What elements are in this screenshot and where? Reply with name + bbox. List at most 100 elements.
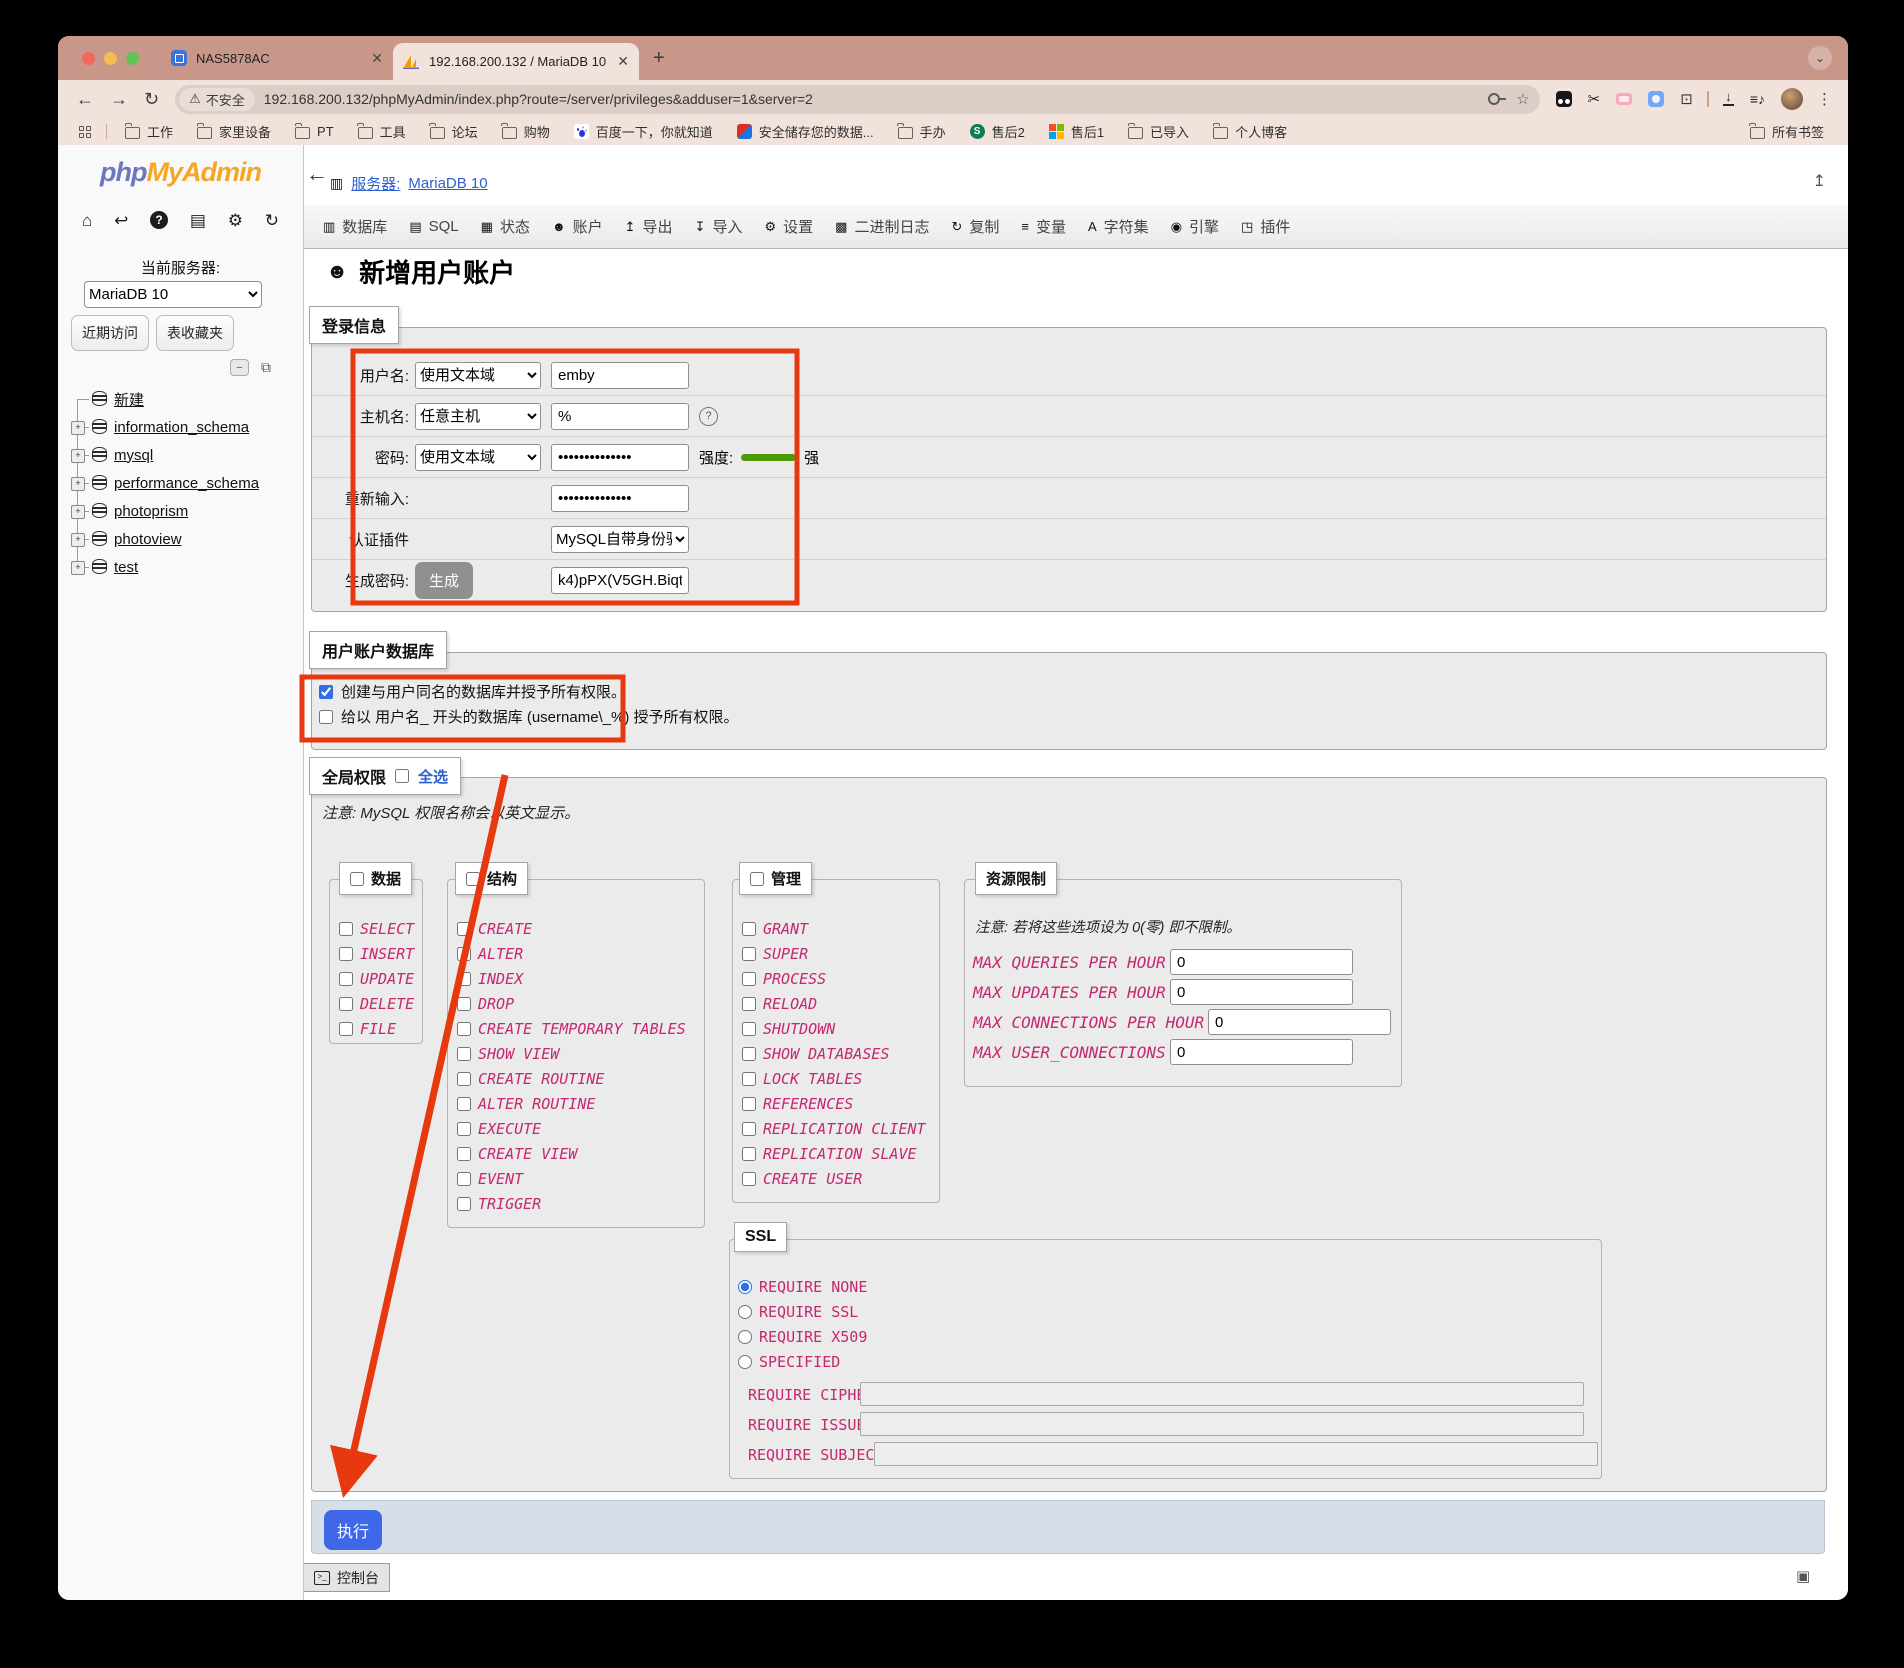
- privilege-checkbox[interactable]: [339, 972, 353, 986]
- tree-item[interactable]: +mysql: [58, 441, 303, 469]
- privilege-checkbox[interactable]: [457, 947, 471, 961]
- specified-radio[interactable]: [738, 1355, 752, 1369]
- tree-item-new[interactable]: 新建: [58, 385, 303, 413]
- forward-icon[interactable]: →: [110, 89, 128, 110]
- privilege-checkbox[interactable]: [742, 1022, 756, 1036]
- max-updates-input[interactable]: [1170, 979, 1353, 1005]
- tab-phpmyadmin[interactable]: 192.168.200.132 / MariaDB 10 ✕: [393, 43, 639, 80]
- home-icon[interactable]: ⌂: [82, 211, 92, 231]
- privilege-checkbox[interactable]: [339, 922, 353, 936]
- collapse-all-icon[interactable]: −: [230, 359, 249, 376]
- tab-plugins[interactable]: ◳插件: [1230, 216, 1301, 237]
- privilege-checkbox[interactable]: [457, 1197, 471, 1211]
- username-type-select[interactable]: 使用文本域: [415, 362, 541, 389]
- privilege-item[interactable]: INSERT: [339, 941, 418, 966]
- bookmark-item[interactable]: S售后2: [970, 122, 1025, 141]
- tree-item[interactable]: +photoview: [58, 525, 303, 553]
- extension-scissors-icon[interactable]: ✂: [1588, 90, 1601, 108]
- privilege-item[interactable]: SHOW VIEW: [457, 1041, 700, 1066]
- structure-group-checkbox[interactable]: [466, 872, 480, 886]
- retype-password-input[interactable]: [551, 485, 689, 512]
- go-button[interactable]: 执行: [324, 1510, 382, 1550]
- extension-bilibili-icon[interactable]: [1616, 93, 1632, 105]
- extension-panda-icon[interactable]: [1556, 91, 1572, 107]
- tab-replication[interactable]: ↻复制: [940, 216, 1010, 237]
- playlist-icon[interactable]: ≡♪: [1750, 91, 1765, 107]
- expand-icon[interactable]: +: [71, 449, 85, 463]
- close-tab-icon[interactable]: ✕: [371, 50, 383, 67]
- privilege-checkbox[interactable]: [457, 1172, 471, 1186]
- tab-variables[interactable]: ≡变量: [1010, 216, 1077, 237]
- ssl-option[interactable]: REQUIRE NONE: [730, 1274, 1601, 1299]
- downloads-icon[interactable]: ↓: [1723, 92, 1734, 106]
- extension-blue-icon[interactable]: [1648, 91, 1664, 107]
- url-bar[interactable]: ⚠不安全 192.168.200.132/phpMyAdmin/index.ph…: [175, 85, 1540, 114]
- privilege-item[interactable]: INDEX: [457, 966, 700, 991]
- privilege-item[interactable]: REPLICATION SLAVE: [742, 1141, 935, 1166]
- privilege-item[interactable]: DROP: [457, 991, 700, 1016]
- back-icon[interactable]: ←: [76, 89, 94, 110]
- privilege-checkbox[interactable]: [457, 1022, 471, 1036]
- bookmark-item[interactable]: 工作: [125, 122, 173, 141]
- privilege-item[interactable]: TRIGGER: [457, 1191, 700, 1216]
- bookmark-item[interactable]: 已导入: [1128, 122, 1189, 141]
- require-cipher-input[interactable]: [860, 1382, 1584, 1406]
- privilege-item[interactable]: EVENT: [457, 1166, 700, 1191]
- docs-icon[interactable]: ▤: [190, 211, 206, 231]
- admin-group-checkbox[interactable]: [750, 872, 764, 886]
- create-same-db-option[interactable]: 创建与用户同名的数据库并授予所有权限。: [312, 679, 1826, 704]
- password-key-icon[interactable]: [1488, 93, 1500, 105]
- maximize-window-button[interactable]: [126, 52, 139, 65]
- privilege-item[interactable]: SHOW DATABASES: [742, 1041, 935, 1066]
- tab-import[interactable]: ↧导入: [684, 216, 754, 237]
- bookmark-star-icon[interactable]: ☆: [1516, 90, 1529, 108]
- settings-gear-icon[interactable]: ⚙: [228, 211, 243, 231]
- privilege-item[interactable]: REPLICATION CLIENT: [742, 1116, 935, 1141]
- all-bookmarks-button[interactable]: 所有书签: [1750, 122, 1824, 141]
- password-type-select[interactable]: 使用文本域: [415, 444, 541, 471]
- password-input[interactable]: [551, 444, 689, 471]
- username-input[interactable]: [551, 362, 689, 389]
- security-chip[interactable]: ⚠不安全: [179, 88, 255, 111]
- tab-search-button[interactable]: ⌄: [1808, 46, 1832, 70]
- privilege-checkbox[interactable]: [339, 947, 353, 961]
- privilege-item[interactable]: CREATE USER: [742, 1166, 935, 1191]
- auth-plugin-select[interactable]: MySQL自带身份验证: [551, 526, 689, 553]
- privilege-checkbox[interactable]: [457, 922, 471, 936]
- require-x509-radio[interactable]: [738, 1330, 752, 1344]
- logout-icon[interactable]: ↩: [114, 211, 128, 231]
- privilege-checkbox[interactable]: [457, 1147, 471, 1161]
- privilege-item[interactable]: UPDATE: [339, 966, 418, 991]
- create-same-db-checkbox[interactable]: [319, 685, 333, 699]
- tab-binary-log[interactable]: ▩二进制日志: [824, 216, 940, 237]
- hostname-input[interactable]: [551, 403, 689, 430]
- bookmark-item[interactable]: 售后1: [1049, 122, 1104, 141]
- privilege-item[interactable]: CREATE VIEW: [457, 1141, 700, 1166]
- tree-item[interactable]: +information_schema: [58, 413, 303, 441]
- phpmyadmin-logo[interactable]: phpMyAdmin: [58, 157, 303, 188]
- max-user-connections-input[interactable]: [1170, 1039, 1353, 1065]
- tab-accounts[interactable]: ☻账户: [541, 216, 614, 237]
- privilege-checkbox[interactable]: [742, 922, 756, 936]
- privilege-checkbox[interactable]: [742, 1047, 756, 1061]
- window-controls[interactable]: [82, 52, 139, 65]
- check-all-checkbox[interactable]: [395, 769, 409, 783]
- bookmark-item[interactable]: 工具: [358, 122, 406, 141]
- new-tab-button[interactable]: +: [653, 47, 665, 70]
- privilege-checkbox[interactable]: [742, 1072, 756, 1086]
- expand-icon[interactable]: +: [71, 505, 85, 519]
- privilege-checkbox[interactable]: [742, 947, 756, 961]
- max-queries-input[interactable]: [1170, 949, 1353, 975]
- grant-wildcard-checkbox[interactable]: [319, 710, 333, 724]
- privilege-checkbox[interactable]: [742, 1097, 756, 1111]
- tree-item[interactable]: +photoprism: [58, 497, 303, 525]
- tab-status[interactable]: ▦状态: [470, 216, 541, 237]
- breadcrumb-server-link[interactable]: 服务器:: [351, 173, 400, 194]
- bookmark-item-cloud[interactable]: 安全储存您的数据...: [737, 122, 874, 141]
- expand-icon[interactable]: +: [71, 421, 85, 435]
- check-all-link[interactable]: 全选: [418, 766, 448, 787]
- generate-button[interactable]: 生成: [415, 562, 473, 599]
- privilege-item[interactable]: SHUTDOWN: [742, 1016, 935, 1041]
- reload-nav-icon[interactable]: ↻: [265, 211, 279, 231]
- privilege-item[interactable]: CREATE: [457, 916, 700, 941]
